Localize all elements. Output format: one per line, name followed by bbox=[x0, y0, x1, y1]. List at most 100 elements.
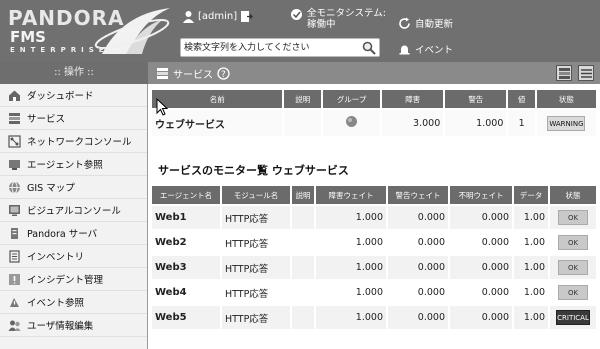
group-cell bbox=[323, 110, 381, 136]
col-header[interactable]: 説明 bbox=[292, 186, 314, 204]
service-table: 名前 説明 グループ 障害 警告 値 状態 ウェブサービス 3.000 1.00… bbox=[150, 88, 598, 138]
col-header[interactable]: グループ bbox=[323, 90, 381, 108]
unknown-weight: 0.000 bbox=[450, 281, 512, 304]
col-header[interactable]: 状態 bbox=[536, 90, 596, 108]
sidebar-item-label: ユーザ情報編集 bbox=[27, 321, 94, 332]
unknown-weight: 0.000 bbox=[450, 306, 512, 329]
table-row[interactable]: ウェブサービス 3.000 1.000 1 WARNING bbox=[152, 110, 596, 136]
monitor-section-title: サービスのモニター覧 ウェブサービス bbox=[158, 164, 349, 177]
module-name: HTTP応答 bbox=[222, 256, 290, 279]
events-link[interactable]: イベント bbox=[398, 42, 453, 56]
status-cell: OK bbox=[550, 231, 596, 254]
module-name: HTTP応答 bbox=[222, 231, 290, 254]
col-header[interactable]: エージェント名 bbox=[152, 186, 220, 204]
logo-text-fms: FMS bbox=[10, 28, 46, 46]
table-row[interactable]: Web3 HTTP応答 1.000 0.000 0.000 1.00 OK bbox=[152, 256, 596, 279]
status-ok-icon bbox=[291, 9, 302, 20]
sidebar-item-visual-console[interactable]: ビジュアルコンソール bbox=[0, 199, 147, 222]
col-header[interactable]: 値 bbox=[508, 90, 535, 108]
col-header[interactable]: 名前 bbox=[152, 90, 283, 108]
sidebar-item-events[interactable]: イベント参照 bbox=[0, 291, 147, 314]
sidebar-item-agents[interactable]: エージェント参照 bbox=[0, 153, 147, 176]
warning-weight: 0.000 bbox=[388, 206, 448, 229]
warning-weight: 0.000 bbox=[388, 256, 448, 279]
critical-weight: 1.000 bbox=[316, 281, 386, 304]
module-description bbox=[292, 256, 314, 279]
sidebar-item-label: ネットワークコンソール bbox=[27, 137, 132, 148]
sidebar-item-label: Pandora サーバ bbox=[27, 229, 98, 240]
service-value: 1 bbox=[508, 110, 535, 136]
services-view-icon bbox=[558, 67, 570, 79]
logo-emblem-icon bbox=[94, 8, 170, 54]
sidebar-menu: ダッシュボード サービス ネットワークコンソール エージェント参照 GIS マッ… bbox=[0, 84, 148, 349]
agent-name-link[interactable]: Web5 bbox=[152, 306, 220, 329]
agent-name-link[interactable]: Web1 bbox=[152, 206, 220, 229]
list-view-button[interactable] bbox=[578, 65, 594, 81]
table-row[interactable]: Web5 HTTP応答 1.000 0.000 0.000 1.00 CRITI… bbox=[152, 306, 596, 329]
search-icon[interactable] bbox=[362, 41, 376, 55]
status-cell: WARNING bbox=[536, 110, 596, 136]
sidebar-item-services[interactable]: サービス bbox=[0, 107, 147, 130]
table-row[interactable]: Web4 HTTP応答 1.000 0.000 0.000 1.00 OK bbox=[152, 281, 596, 304]
system-status[interactable]: 全モニタシステム: 稼働中 bbox=[290, 8, 386, 30]
critical-weight: 1.000 bbox=[316, 256, 386, 279]
sidebar-item-inventory[interactable]: インベントリ bbox=[0, 245, 147, 268]
auto-refresh-label: 自動更新 bbox=[415, 19, 454, 30]
critical-weight: 1.000 bbox=[316, 231, 386, 254]
incident-icon bbox=[9, 273, 20, 285]
col-header[interactable]: 警告ウェイト bbox=[388, 186, 448, 204]
logout-icon[interactable] bbox=[240, 10, 254, 23]
col-header[interactable]: 障害ウェイト bbox=[316, 186, 386, 204]
status-badge: CRITICAL bbox=[556, 310, 590, 325]
header: PANDORA FMS ENTERPRISE [admin] 全モニタシステム:… bbox=[0, 0, 600, 62]
svg-text:?: ? bbox=[221, 70, 226, 80]
col-header[interactable]: データ bbox=[514, 186, 548, 204]
sidebar-item-gis-map[interactable]: GIS マップ bbox=[0, 176, 147, 199]
service-name-link[interactable]: ウェブサービス bbox=[152, 110, 283, 136]
monitor-table: エージェント名 モジュール名 説明 障害ウェイト 警告ウェイト 不明ウェイト デ… bbox=[150, 184, 598, 331]
table-row[interactable]: Web1 HTTP応答 1.000 0.000 0.000 1.00 OK bbox=[152, 206, 596, 229]
services-view-button[interactable] bbox=[556, 65, 572, 81]
module-name: HTTP応答 bbox=[222, 281, 290, 304]
events-label: イベント bbox=[415, 45, 454, 56]
critical-weight: 1.000 bbox=[316, 206, 386, 229]
server-icon bbox=[11, 227, 18, 239]
event-bell-icon bbox=[399, 45, 410, 54]
col-header[interactable]: モジュール名 bbox=[222, 186, 290, 204]
col-header[interactable]: 不明ウェイト bbox=[450, 186, 512, 204]
col-header[interactable]: 警告 bbox=[445, 90, 507, 108]
inventory-icon bbox=[9, 249, 20, 263]
agent-name-link[interactable]: Web4 bbox=[152, 281, 220, 304]
mouse-cursor-icon bbox=[156, 98, 168, 116]
page-title: サービス bbox=[173, 70, 213, 81]
auto-refresh-link[interactable]: 自動更新 bbox=[398, 16, 453, 30]
sidebar-item-incidents[interactable]: インシデント管理 bbox=[0, 268, 147, 291]
sidebar-item-user-edit[interactable]: ユーザ情報編集 bbox=[0, 314, 147, 337]
sidebar-item-dashboard[interactable]: ダッシュボード bbox=[0, 84, 147, 107]
status-badge: WARNING bbox=[547, 115, 586, 131]
status-cell: CRITICAL bbox=[550, 306, 596, 329]
globe-icon bbox=[9, 181, 20, 193]
status-badge: OK bbox=[558, 285, 588, 300]
search-input[interactable] bbox=[181, 39, 351, 56]
help-icon[interactable]: ? bbox=[217, 67, 230, 80]
agent-icon bbox=[9, 159, 20, 170]
home-icon bbox=[9, 90, 20, 101]
service-critical: 3.000 bbox=[382, 110, 444, 136]
sidebar-item-pandora-servers[interactable]: Pandora サーバ bbox=[0, 222, 147, 245]
sidebar-item-network-console[interactable]: ネットワークコンソール bbox=[0, 130, 147, 153]
col-header[interactable]: 障害 bbox=[382, 90, 444, 108]
refresh-icon bbox=[399, 17, 410, 29]
agent-name-link[interactable]: Web3 bbox=[152, 256, 220, 279]
pandora-fms-logo[interactable]: PANDORA FMS ENTERPRISE bbox=[6, 4, 176, 58]
agent-name-link[interactable]: Web2 bbox=[152, 231, 220, 254]
unknown-weight: 0.000 bbox=[450, 206, 512, 229]
col-header[interactable]: 説明 bbox=[284, 90, 322, 108]
status-cell: OK bbox=[550, 256, 596, 279]
col-header[interactable]: 状態 bbox=[550, 186, 596, 204]
warning-weight: 0.000 bbox=[388, 281, 448, 304]
table-row[interactable]: Web2 HTTP応答 1.000 0.000 0.000 1.00 OK bbox=[152, 231, 596, 254]
critical-weight: 1.000 bbox=[316, 306, 386, 329]
module-data: 1.00 bbox=[514, 256, 548, 279]
user-name-link[interactable]: [admin] bbox=[198, 11, 237, 22]
